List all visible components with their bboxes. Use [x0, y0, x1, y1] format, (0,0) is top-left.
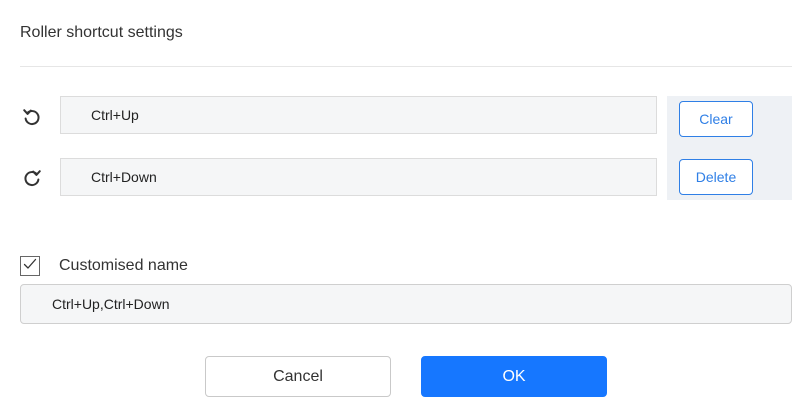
dialog-title: Roller shortcut settings: [20, 24, 183, 41]
clear-button[interactable]: Clear: [679, 101, 753, 137]
title-divider: [20, 66, 792, 67]
shortcut-up-field[interactable]: Ctrl+Up: [60, 96, 657, 134]
checkmark-icon: [23, 257, 37, 275]
shortcut-down-field[interactable]: Ctrl+Down: [60, 158, 657, 196]
rotate-counterclockwise-icon: [20, 105, 44, 129]
rotate-clockwise-icon: [20, 166, 44, 190]
customised-name-checkbox[interactable]: [20, 256, 40, 276]
ok-button[interactable]: OK: [421, 356, 607, 397]
cancel-button[interactable]: Cancel: [205, 356, 391, 397]
delete-button[interactable]: Delete: [679, 159, 753, 195]
customised-name-input[interactable]: Ctrl+Up,Ctrl+Down: [20, 284, 792, 324]
roller-shortcut-dialog: Roller shortcut settings Ctrl+Up Ctrl+Do…: [0, 0, 812, 418]
customised-name-label: Customised name: [59, 257, 188, 274]
